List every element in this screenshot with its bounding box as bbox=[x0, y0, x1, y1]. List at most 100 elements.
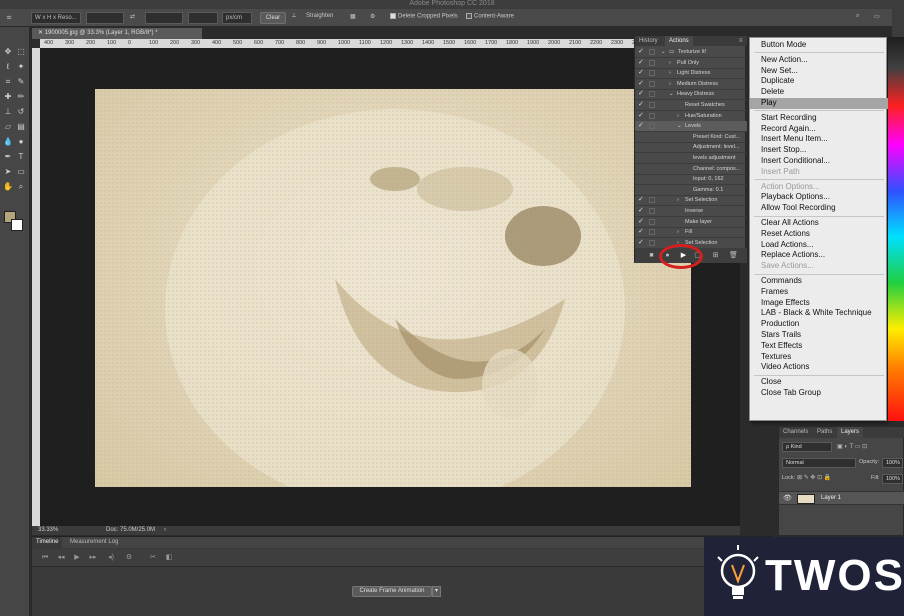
hand-tool-icon[interactable]: ✋ bbox=[3, 182, 13, 192]
check-icon[interactable]: ✓ bbox=[638, 58, 646, 68]
pen-tool-icon[interactable]: ✒ bbox=[3, 152, 13, 162]
swap-icon[interactable]: ⇄ bbox=[130, 13, 135, 20]
lock-icons[interactable]: ⊠ ✎ ✥ ⊡ 🔒 bbox=[797, 474, 831, 481]
background-color-swatch[interactable] bbox=[11, 219, 23, 231]
menu-item-start-recording[interactable]: Start Recording bbox=[750, 113, 888, 124]
action-row[interactable]: ✓ Make layer bbox=[635, 217, 747, 228]
dialog-toggle[interactable] bbox=[649, 123, 655, 130]
brush-tool-icon[interactable]: ✏ bbox=[16, 92, 26, 102]
check-icon[interactable]: ✓ bbox=[638, 100, 646, 110]
check-icon[interactable]: ✓ bbox=[638, 238, 646, 248]
crop-tool-icon[interactable]: ⌗ bbox=[3, 77, 13, 87]
eyedropper-icon[interactable]: ✎ bbox=[16, 77, 26, 87]
check-icon[interactable]: ✓ bbox=[638, 206, 646, 216]
tab-history[interactable]: History bbox=[635, 36, 662, 46]
marquee-tool-icon[interactable]: ⬚ bbox=[16, 47, 26, 57]
menu-item-textures[interactable]: Textures bbox=[750, 352, 888, 363]
move-tool-icon[interactable]: ✥ bbox=[3, 47, 13, 57]
gradient-tool-icon[interactable]: ▤ bbox=[16, 122, 26, 132]
menu-item-commands[interactable]: Commands bbox=[750, 276, 888, 287]
overlay-grid-icon[interactable]: ▦ bbox=[350, 13, 356, 20]
height-field[interactable] bbox=[145, 12, 183, 24]
stop-icon[interactable]: ■ bbox=[647, 251, 656, 260]
dialog-toggle[interactable] bbox=[649, 91, 655, 98]
healing-brush-icon[interactable]: ✚ bbox=[3, 92, 13, 102]
chevron-right-icon[interactable]: › bbox=[164, 526, 166, 535]
menu-item-duplicate[interactable]: Duplicate bbox=[750, 76, 888, 87]
blend-mode-select[interactable]: Normal bbox=[782, 458, 856, 468]
layer-row[interactable]: 👁 Layer 1 bbox=[779, 491, 904, 505]
check-icon[interactable]: ✓ bbox=[638, 121, 646, 131]
first-frame-icon[interactable]: ⏮ bbox=[40, 553, 50, 563]
settings-icon[interactable]: ⚙ bbox=[124, 553, 134, 563]
content-aware-option[interactable]: Content-Aware bbox=[466, 13, 514, 20]
action-row[interactable]: Input: 0, 162 bbox=[635, 174, 747, 186]
audio-icon[interactable]: ◂) bbox=[106, 553, 116, 563]
menu-item-button-mode[interactable]: Button Mode bbox=[750, 40, 888, 51]
menu-item-new-set[interactable]: New Set... bbox=[750, 66, 888, 77]
menu-item-playback-options[interactable]: Playback Options... bbox=[750, 192, 888, 203]
menu-item-close[interactable]: Close bbox=[750, 377, 888, 388]
crop-tool-icon[interactable]: ⌗ bbox=[4, 13, 14, 23]
check-icon[interactable]: ✓ bbox=[638, 79, 646, 89]
menu-item-record-again[interactable]: Record Again... bbox=[750, 124, 888, 135]
action-row[interactable]: ✓ ⌄ Levels bbox=[635, 121, 747, 133]
chevron-right-icon[interactable]: › bbox=[677, 111, 679, 121]
menu-item-load-actions[interactable]: Load Actions... bbox=[750, 240, 888, 251]
clone-stamp-icon[interactable]: ⊥ bbox=[3, 107, 13, 117]
dog-photo[interactable] bbox=[95, 89, 691, 487]
tab-actions[interactable]: Actions bbox=[665, 36, 693, 46]
new-action-icon[interactable]: ⊞ bbox=[711, 251, 720, 260]
action-row[interactable]: ✓ › Set Selection bbox=[635, 195, 747, 207]
menu-item-new-action[interactable]: New Action... bbox=[750, 55, 888, 66]
check-icon[interactable]: ✓ bbox=[638, 195, 646, 205]
action-row[interactable]: levels adjustment bbox=[635, 153, 747, 164]
menu-item-lab-black-white-technique[interactable]: LAB - Black & White Technique bbox=[750, 308, 888, 319]
menu-item-reset-actions[interactable]: Reset Actions bbox=[750, 229, 888, 240]
zoom-tool-icon[interactable]: ⌕ bbox=[16, 182, 26, 192]
eraser-icon[interactable]: ▱ bbox=[3, 122, 13, 132]
check-icon[interactable]: ✓ bbox=[638, 227, 646, 237]
dialog-toggle[interactable] bbox=[649, 59, 655, 66]
dodge-tool-icon[interactable]: ● bbox=[16, 137, 26, 147]
eye-icon[interactable]: 👁 bbox=[783, 494, 792, 502]
action-row[interactable]: ✓ › Fill bbox=[635, 227, 747, 239]
check-icon[interactable]: ✓ bbox=[638, 217, 646, 227]
straighten-label[interactable]: Straighten bbox=[306, 13, 333, 19]
workspace-icon[interactable]: ▭ bbox=[874, 13, 880, 20]
action-row[interactable]: ✓ › Hue/Saturation bbox=[635, 111, 747, 122]
opacity-field[interactable]: 100% bbox=[882, 458, 903, 468]
filter-icons[interactable]: ▣ ◐ T ▭ ⊡ bbox=[837, 443, 867, 450]
history-brush-icon[interactable]: ↺ bbox=[16, 107, 26, 117]
tab-timeline[interactable]: Timeline bbox=[32, 537, 63, 548]
menu-item-insert-stop[interactable]: Insert Stop... bbox=[750, 145, 888, 156]
action-row[interactable]: ✓ ⌄ Heavy Distress bbox=[635, 89, 747, 101]
layer-kind-filter[interactable]: ρ Kind bbox=[782, 442, 832, 452]
chevron-right-icon[interactable]: › bbox=[669, 79, 671, 89]
action-row[interactable]: ✓ › Pull Only bbox=[635, 58, 747, 69]
action-row[interactable]: Channel: compos... bbox=[635, 164, 747, 175]
action-row[interactable]: ✓ › Light Distress bbox=[635, 68, 747, 80]
dialog-toggle[interactable] bbox=[649, 197, 655, 204]
action-row[interactable]: Preset Kind: Cust... bbox=[635, 132, 747, 143]
resolution-field[interactable] bbox=[188, 12, 218, 24]
dialog-toggle[interactable] bbox=[649, 239, 655, 246]
chevron-right-icon[interactable]: › bbox=[677, 195, 679, 205]
shape-tool-icon[interactable]: ▭ bbox=[16, 167, 26, 177]
zoom-level[interactable]: 33.33% bbox=[38, 526, 58, 535]
play-icon[interactable]: ▶ bbox=[72, 553, 82, 563]
menu-item-replace-actions[interactable]: Replace Actions... bbox=[750, 250, 888, 261]
lasso-tool-icon[interactable]: ℓ bbox=[3, 62, 13, 72]
document-tab[interactable]: ✕ 1900005.jpg @ 33.3% (Layer 1, RGB/8*) … bbox=[32, 28, 202, 39]
previous-frame-icon[interactable]: ◂◂ bbox=[56, 553, 66, 563]
straighten-icon[interactable]: ⟂ bbox=[292, 13, 296, 20]
check-icon[interactable]: ✓ bbox=[638, 68, 646, 78]
tab-measurement-log[interactable]: Measurement Log bbox=[66, 537, 122, 548]
action-row[interactable]: ✓ › Medium Distress bbox=[635, 79, 747, 90]
content-aware-checkbox[interactable] bbox=[466, 13, 472, 19]
dialog-toggle[interactable] bbox=[649, 208, 655, 214]
gear-icon[interactable]: ⚙ bbox=[370, 13, 375, 20]
dialog-toggle[interactable] bbox=[649, 70, 655, 77]
path-selection-icon[interactable]: ➤ bbox=[3, 167, 13, 177]
split-icon[interactable]: ✂ bbox=[148, 553, 158, 563]
